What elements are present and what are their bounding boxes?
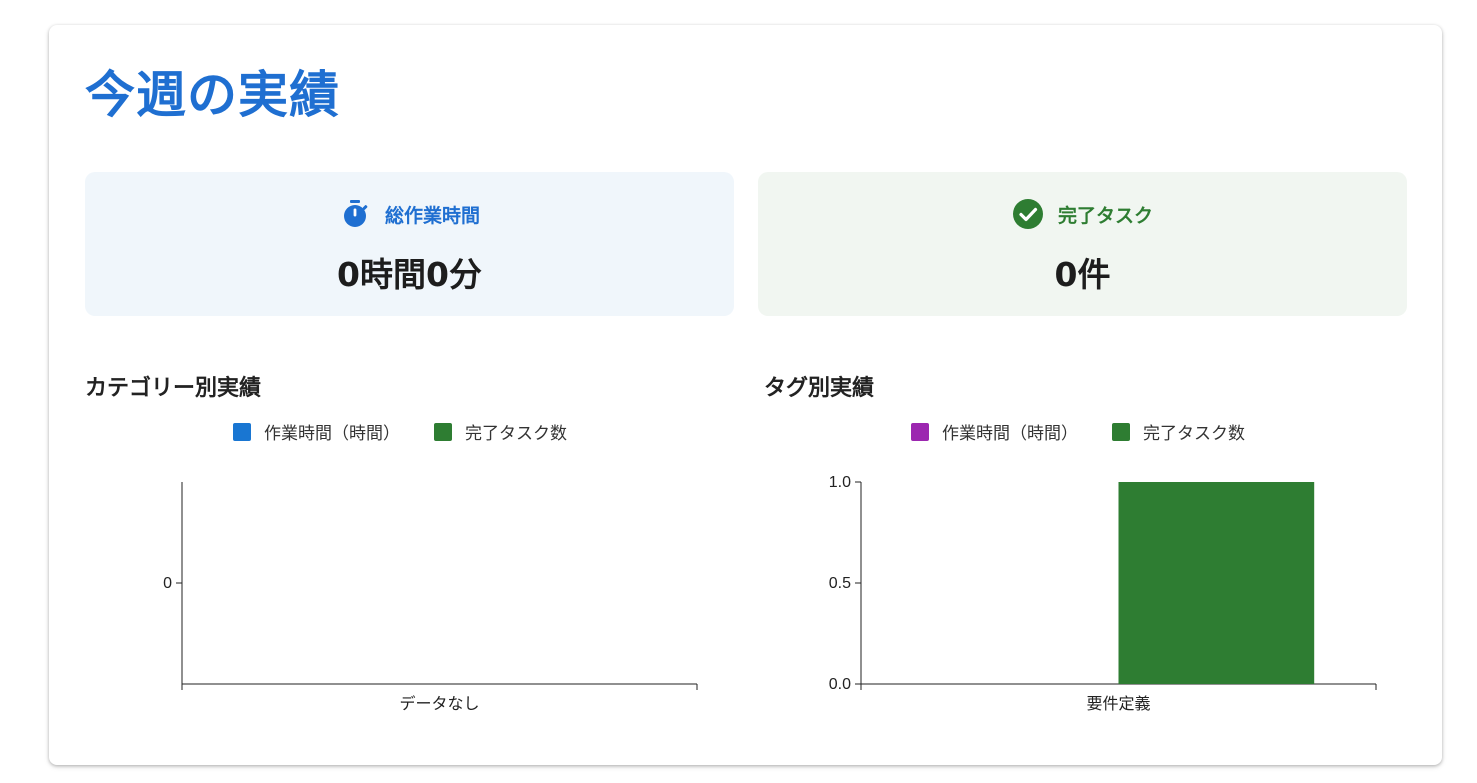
legend-swatch	[434, 422, 452, 441]
tag-chart-legend: 作業時間（時間） 完了タスク数	[911, 419, 1279, 444]
y-tick-label: 0.0	[829, 676, 851, 693]
weekly-summary-card: 今週の実績 総作業時間 0時間0分 完了タスク 0件 カテゴリー別実績 作業時間…	[49, 25, 1442, 765]
category-chart-title: カテゴリー別実績	[85, 376, 262, 401]
page-title: 今週の実績	[85, 66, 340, 124]
legend-item-work-time[interactable]: 作業時間（時間）	[233, 419, 400, 444]
legend-item-completed-tasks[interactable]: 完了タスク数	[1112, 419, 1245, 444]
y-tick-label: 1.0	[829, 474, 851, 491]
legend-swatch	[1112, 422, 1130, 441]
total-time-card: 総作業時間 0時間0分	[85, 172, 734, 316]
completed-tasks-label: 完了タスク	[1057, 204, 1153, 227]
check-circle-icon	[1012, 198, 1044, 230]
completed-tasks-value: 0件	[1054, 255, 1111, 294]
legend-label: 完了タスク数	[465, 424, 567, 444]
tag-bar-chart: 0.0 0.5 1.0 要件定義	[829, 474, 1377, 713]
legend-label: 作業時間（時間）	[942, 424, 1078, 444]
x-tick-label: 要件定義	[1086, 695, 1150, 713]
legend-swatch	[233, 422, 251, 441]
x-tick-label: データなし	[399, 694, 479, 713]
legend-item-completed-tasks[interactable]: 完了タスク数	[434, 419, 567, 444]
legend-label: 作業時間（時間）	[264, 424, 400, 444]
total-time-label: 総作業時間	[384, 204, 480, 227]
stopwatch-icon	[339, 198, 371, 230]
total-time-value: 0時間0分	[337, 255, 482, 294]
legend-swatch	[911, 422, 929, 441]
legend-label: 完了タスク数	[1143, 424, 1245, 444]
y-tick-label: 0	[163, 575, 172, 592]
completed-tasks-card: 完了タスク 0件	[758, 172, 1407, 316]
tag-chart-title: タグ別実績	[764, 376, 875, 401]
legend-item-work-time[interactable]: 作業時間（時間）	[911, 419, 1078, 444]
bar	[1118, 482, 1315, 684]
y-tick-label: 0.5	[829, 575, 851, 592]
category-bar-chart: 0 データなし	[163, 482, 698, 713]
category-chart-legend: 作業時間（時間） 完了タスク数	[233, 419, 601, 444]
